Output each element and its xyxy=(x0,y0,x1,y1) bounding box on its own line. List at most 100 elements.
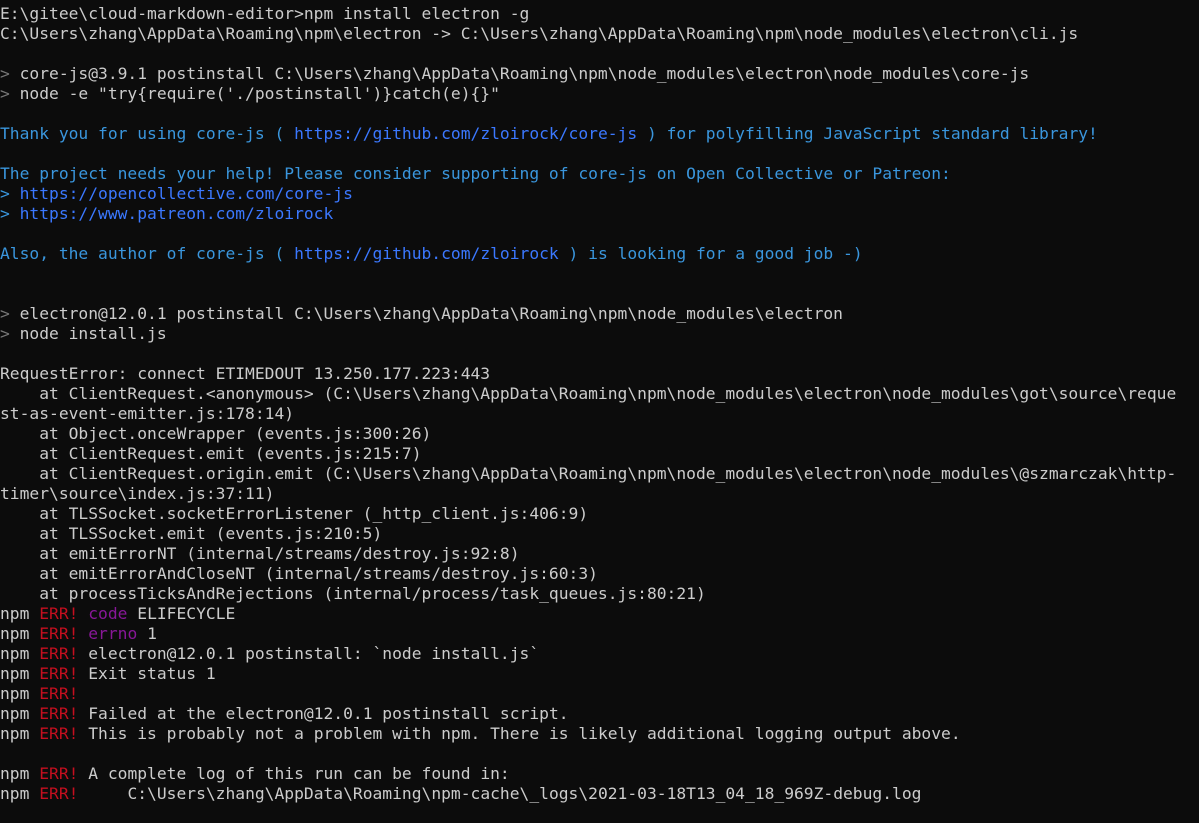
output-text: npm xyxy=(0,784,40,803)
error-tag: ERR! xyxy=(39,724,79,743)
error-tag: ERR! xyxy=(39,684,79,703)
terminal-line: npm ERR! A complete log of this run can … xyxy=(0,764,1199,784)
output-text: node install.js xyxy=(19,324,167,343)
output-text: npm xyxy=(0,724,40,743)
error-key: errno xyxy=(88,624,138,643)
output-text: 1 xyxy=(137,624,157,643)
output-text: node -e "try{require('./postinstall')}ca… xyxy=(19,84,500,103)
output-text: npm xyxy=(0,624,40,643)
error-tag: ERR! xyxy=(39,664,79,683)
terminal-line: at emitErrorAndCloseNT (internal/streams… xyxy=(0,564,1199,584)
url-link[interactable]: https://www.patreon.com/zloirock xyxy=(20,204,334,223)
output-text: RequestError: connect ETIMEDOUT 13.250.1… xyxy=(0,364,491,383)
output-text: Exit status 1 xyxy=(78,664,216,683)
info-text: ) for polyfilling JavaScript standard li… xyxy=(637,124,1098,143)
info-text: The project needs your help! Please cons… xyxy=(0,164,951,183)
terminal-line: npm ERR! electron@12.0.1 postinstall: `n… xyxy=(0,644,1199,664)
output-text: at processTicksAndRejections (internal/p… xyxy=(0,584,706,603)
output-text: at ClientRequest.emit (events.js:215:7) xyxy=(0,444,422,463)
terminal-line: at TLSSocket.emit (events.js:210:5) xyxy=(0,524,1199,544)
info-text: ) is looking for a good job -) xyxy=(558,244,863,263)
error-tag: ERR! xyxy=(39,624,79,643)
terminal-line: > node install.js xyxy=(0,324,1199,344)
output-text: npm xyxy=(0,704,40,723)
output-text: at TLSSocket.socketErrorListener (_http_… xyxy=(0,504,589,523)
output-text: npm xyxy=(0,644,40,663)
error-tag: ERR! xyxy=(39,704,79,723)
terminal-line: RequestError: connect ETIMEDOUT 13.250.1… xyxy=(0,364,1199,384)
terminal-output[interactable]: E:\gitee\cloud-markdown-editor>npm insta… xyxy=(0,0,1199,823)
terminal-line: at ClientRequest.origin.emit (C:\Users\z… xyxy=(0,464,1199,484)
output-text: electron@12.0.1 postinstall C:\Users\zha… xyxy=(19,304,843,323)
url-link[interactable]: https://github.com/zloirock/core-js xyxy=(294,124,637,143)
output-text: timer\source\index.js:37:11) xyxy=(0,484,275,503)
terminal-line: > core-js@3.9.1 postinstall C:\Users\zha… xyxy=(0,64,1199,84)
terminal-line: npm ERR! errno 1 xyxy=(0,624,1199,644)
terminal-line: npm ERR! C:\Users\zhang\AppData\Roaming\… xyxy=(0,784,1199,804)
terminal-line: at Object.onceWrapper (events.js:300:26) xyxy=(0,424,1199,444)
terminal-line: The project needs your help! Please cons… xyxy=(0,164,1199,184)
output-text: at emitErrorNT (internal/streams/destroy… xyxy=(0,544,520,563)
prompt-marker: > xyxy=(0,324,20,343)
terminal-line: at emitErrorNT (internal/streams/destroy… xyxy=(0,544,1199,564)
terminal-line: timer\source\index.js:37:11) xyxy=(0,484,1199,504)
output-text: at ClientRequest.origin.emit (C:\Users\z… xyxy=(0,464,1177,483)
output-text: E:\gitee\cloud-markdown-editor>npm insta… xyxy=(0,4,530,23)
terminal-line: C:\Users\zhang\AppData\Roaming\npm\elect… xyxy=(0,24,1199,44)
terminal-line: at processTicksAndRejections (internal/p… xyxy=(0,584,1199,604)
output-text: at emitErrorAndCloseNT (internal/streams… xyxy=(0,564,598,583)
terminal-line: at TLSSocket.socketErrorListener (_http_… xyxy=(0,504,1199,524)
terminal-line: > https://opencollective.com/core-js xyxy=(0,184,1199,204)
prompt-marker: > xyxy=(0,64,20,83)
output-text: at ClientRequest.<anonymous> (C:\Users\z… xyxy=(0,384,1177,403)
terminal-line: npm ERR! code ELIFECYCLE xyxy=(0,604,1199,624)
output-text: core-js@3.9.1 postinstall C:\Users\zhang… xyxy=(19,64,1030,83)
output-text: st-as-event-emitter.js:178:14) xyxy=(0,404,295,423)
prompt-marker: > xyxy=(0,304,20,323)
url-link[interactable]: https://opencollective.com/core-js xyxy=(20,184,353,203)
output-text: at TLSSocket.emit (events.js:210:5) xyxy=(0,524,383,543)
terminal-line: > https://www.patreon.com/zloirock xyxy=(0,204,1199,224)
terminal-line: > electron@12.0.1 postinstall C:\Users\z… xyxy=(0,304,1199,324)
terminal-line: at ClientRequest.emit (events.js:215:7) xyxy=(0,444,1199,464)
terminal-line: E:\gitee\cloud-markdown-editor>npm insta… xyxy=(0,4,1199,24)
output-text: A complete log of this run can be found … xyxy=(78,764,510,783)
output-text: ELIFECYCLE xyxy=(127,604,236,623)
terminal-line: st-as-event-emitter.js:178:14) xyxy=(0,404,1199,424)
output-text: electron@12.0.1 postinstall: `node insta… xyxy=(78,644,540,663)
output-text: npm xyxy=(0,764,40,783)
error-tag: ERR! xyxy=(39,764,79,783)
terminal-line: Thank you for using core-js ( https://gi… xyxy=(0,124,1199,144)
output-text: Failed at the electron@12.0.1 postinstal… xyxy=(78,704,569,723)
info-text: Thank you for using core-js ( xyxy=(0,124,295,143)
error-tag: ERR! xyxy=(39,784,79,803)
output-text: npm xyxy=(0,664,40,683)
output-text: This is probably not a problem with npm.… xyxy=(78,724,961,743)
info-text: Also, the author of core-js ( xyxy=(0,244,295,263)
output-text: at Object.onceWrapper (events.js:300:26) xyxy=(0,424,432,443)
error-tag: ERR! xyxy=(39,644,79,663)
info-text: > xyxy=(0,184,20,203)
terminal-line: npm ERR! This is probably not a problem … xyxy=(0,724,1199,744)
output-text: npm xyxy=(0,684,40,703)
info-text: > xyxy=(0,204,20,223)
terminal-line: > node -e "try{require('./postinstall')}… xyxy=(0,84,1199,104)
terminal-line: npm ERR! Exit status 1 xyxy=(0,664,1199,684)
output-text: C:\Users\zhang\AppData\Roaming\npm-cache… xyxy=(78,784,922,803)
terminal-line: Also, the author of core-js ( https://gi… xyxy=(0,244,1199,264)
terminal-line: npm ERR! Failed at the electron@12.0.1 p… xyxy=(0,704,1199,724)
error-tag: ERR! xyxy=(39,604,79,623)
output-text: C:\Users\zhang\AppData\Roaming\npm\elect… xyxy=(0,24,1079,43)
terminal-line: at ClientRequest.<anonymous> (C:\Users\z… xyxy=(0,384,1199,404)
url-link[interactable]: https://github.com/zloirock xyxy=(294,244,559,263)
